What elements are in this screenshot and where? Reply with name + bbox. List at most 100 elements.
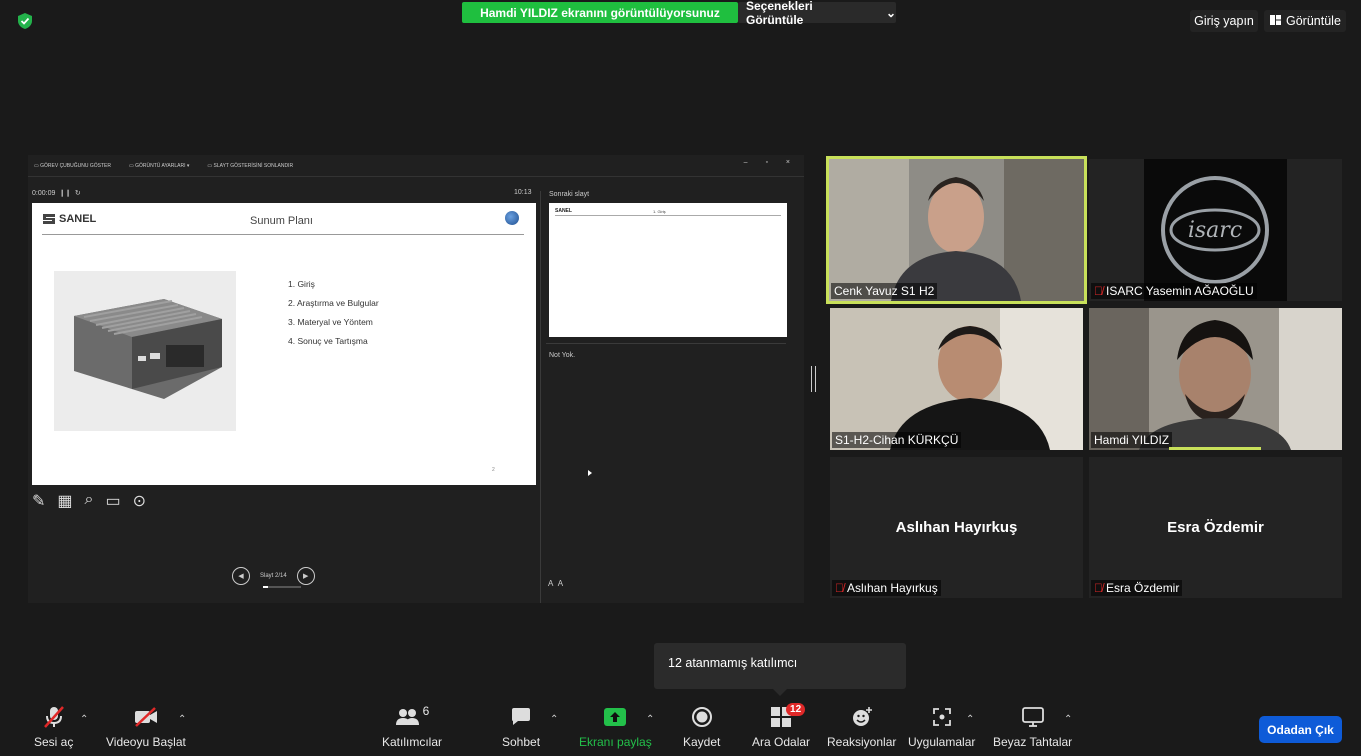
- next-slide-divider: [555, 215, 781, 216]
- next-slide-preview[interactable]: SANEL 1. Giriş: [549, 203, 787, 337]
- grid-layout-icon: [1270, 14, 1281, 28]
- security-shield-icon[interactable]: [16, 12, 34, 30]
- participant-display-name: Esra Özdemir: [1167, 519, 1264, 536]
- whiteboards-button[interactable]: Beyaz Tahtalar: [993, 704, 1072, 749]
- agenda-item: 2. Araştırma ve Bulgular: [288, 298, 379, 308]
- video-tile-isarc[interactable]: isarc 🎙̸ ISARC Yasemin AĞAOĞLU: [1089, 159, 1342, 301]
- mic-muted-icon: 🎙̸: [835, 581, 844, 595]
- zoom-icon[interactable]: ⌕: [85, 491, 94, 511]
- video-options-chevron-icon[interactable]: ⌃: [178, 714, 186, 725]
- next-slide-title: 1. Giriş: [653, 209, 666, 214]
- meeting-toolbar: Sesi aç ⌃ Videoyu Başlat ⌃ 6 Katılımcıla…: [0, 698, 1361, 756]
- unassigned-participants-tooltip: 12 atanmamış katılımcı: [654, 643, 906, 689]
- pane-divider: [540, 191, 541, 603]
- mic-muted-icon: [43, 704, 65, 730]
- reaction-smiley-icon: [851, 704, 873, 730]
- previous-slide-icon[interactable]: ◀: [232, 567, 250, 585]
- breakout-rooms-button[interactable]: 12 Ara Odalar: [752, 703, 810, 749]
- participant-name-label: S1-H2-Cihan KÜRKÇÜ: [832, 432, 962, 448]
- agenda-item: 3. Materyal ve Yöntem: [288, 317, 373, 327]
- view-options-dropdown[interactable]: Seçenekleri Görüntüle ⌄: [738, 0, 896, 27]
- participant-name-label: Hamdi YILDIZ: [1091, 432, 1173, 448]
- slide-divider: [42, 234, 524, 235]
- notes-divider: [546, 343, 786, 344]
- participants-button[interactable]: 6 Katılımcılar: [382, 704, 442, 749]
- sanel-logo: SANEL: [42, 213, 96, 225]
- presentation-timer: 0:00:09 ❙❙ ↻: [32, 190, 81, 197]
- speaker-notes: Not Yok.: [549, 352, 576, 359]
- presenter-toolbar: ▭ GÖREV ÇUBUĞUNU GÖSTER ▭ GÖRÜNTÜ AYARLA…: [28, 155, 804, 177]
- slide-navigation: ◀ Slayt 2/14 ▶: [232, 567, 315, 585]
- notes-font-size-controls[interactable]: A A: [548, 579, 563, 588]
- video-tile-aslihan[interactable]: Aslıhan Hayırkuş 🎙̸ Aslıhan Hayırkuş: [830, 457, 1083, 598]
- slide-title: Sunum Planı: [250, 215, 313, 227]
- share-notice-text: Hamdi YILDIZ ekranını görüntülüyorsunuz: [480, 5, 720, 20]
- record-button[interactable]: Kaydet: [683, 704, 720, 749]
- audio-options-chevron-icon[interactable]: ⌃: [80, 714, 88, 725]
- video-feed: [830, 308, 1083, 450]
- breakout-rooms-icon: 12: [770, 703, 806, 730]
- display-settings[interactable]: ▭ GÖRÜNTÜ AYARLARI ▾: [129, 163, 189, 169]
- screen-share-notice: Hamdi YILDIZ ekranını görüntülüyorsunuz: [462, 2, 738, 23]
- participants-count: 6: [422, 704, 430, 718]
- tooltip-arrow: [772, 688, 788, 696]
- device-photo: [54, 271, 236, 431]
- chat-options-chevron-icon[interactable]: ⌃: [550, 714, 558, 725]
- mic-muted-icon: 🎙̸: [1094, 581, 1103, 595]
- slide-page-number: 2: [492, 467, 495, 473]
- video-tile-cihan[interactable]: S1-H2-Cihan KÜRKÇÜ: [830, 308, 1083, 450]
- resize-handle[interactable]: [811, 366, 816, 392]
- apps-options-chevron-icon[interactable]: ⌃: [966, 714, 974, 725]
- share-screen-button[interactable]: Ekranı paylaş: [579, 704, 652, 749]
- slide-progress-bar: [263, 586, 301, 588]
- window-controls[interactable]: – ▫ ×: [744, 159, 798, 166]
- video-tile-esra[interactable]: Esra Özdemir 🎙̸ Esra Özdemir: [1089, 457, 1342, 598]
- participant-name-label: 🎙̸ ISARC Yasemin AĞAOĞLU: [1091, 283, 1257, 299]
- chat-icon: [510, 704, 532, 730]
- more-options-icon[interactable]: ⊙: [133, 491, 146, 511]
- slide-progress-fill: [263, 586, 269, 588]
- agenda-item: 1. Giriş: [288, 279, 315, 289]
- view-label: Görüntüle: [1286, 14, 1341, 28]
- mouse-cursor: [588, 470, 592, 476]
- leave-meeting-button[interactable]: Odadan Çık: [1259, 716, 1342, 743]
- pen-icon[interactable]: ✎: [32, 491, 45, 511]
- isarc-logo-image: isarc: [1144, 159, 1287, 301]
- view-button[interactable]: Görüntüle: [1264, 10, 1346, 32]
- shared-screen-presenter-view: ▭ GÖREV ÇUBUĞUNU GÖSTER ▭ GÖRÜNTÜ AYARLA…: [28, 155, 804, 603]
- apps-icon: [932, 704, 952, 730]
- reactions-button[interactable]: Reaksiyonlar: [827, 704, 896, 749]
- slide-agenda-list: 1. Giriş 2. Araştırma ve Bulgular 3. Mat…: [288, 275, 379, 351]
- next-slide-logo: SANEL: [555, 208, 572, 214]
- share-options-chevron-icon[interactable]: ⌃: [646, 714, 654, 725]
- chat-button[interactable]: Sohbet: [502, 704, 540, 749]
- slide-counter: Slayt 2/14: [260, 573, 287, 579]
- video-feed: [829, 159, 1084, 301]
- breakout-badge: 12: [786, 703, 806, 716]
- video-feed: [1089, 308, 1342, 450]
- whiteboard-options-chevron-icon[interactable]: ⌃: [1064, 714, 1072, 725]
- participant-name-label: 🎙̸ Aslıhan Hayırkuş: [832, 580, 941, 596]
- agenda-item: 4. Sonuç ve Tartışma: [288, 336, 368, 346]
- apps-button[interactable]: Uygulamalar: [908, 704, 975, 749]
- video-tile-cenk[interactable]: Cenk Yavuz S1 H2: [826, 156, 1087, 304]
- end-slideshow[interactable]: ▭ SLAYT GÖSTERİSİNİ SONLANDIR: [207, 163, 293, 169]
- chevron-down-icon: ⌄: [885, 5, 896, 20]
- share-screen-icon: [603, 704, 627, 730]
- video-tile-hamdi[interactable]: Hamdi YILDIZ: [1089, 308, 1342, 450]
- next-slide-icon[interactable]: ▶: [296, 567, 315, 585]
- svg-text:isarc: isarc: [1188, 218, 1242, 243]
- whiteboard-icon: [1021, 704, 1044, 730]
- participant-name-label: Cenk Yavuz S1 H2: [831, 283, 938, 299]
- screen-icon[interactable]: ▭: [106, 491, 121, 511]
- unmute-button[interactable]: Sesi aç: [34, 704, 73, 749]
- next-slide-label: Sonraki slayt: [549, 191, 590, 198]
- sign-in-button[interactable]: Giriş yapın: [1190, 10, 1258, 32]
- taskbar-toggle[interactable]: ▭ GÖREV ÇUBUĞUNU GÖSTER: [34, 163, 111, 169]
- mic-muted-icon: 🎙̸: [1094, 284, 1103, 298]
- participants-icon: 6: [395, 704, 430, 730]
- all-slides-icon[interactable]: ▦: [57, 491, 72, 511]
- presenter-tools: ✎ ▦ ⌕ ▭ ⊙: [32, 491, 146, 511]
- start-video-button[interactable]: Videoyu Başlat: [106, 704, 186, 749]
- record-icon: [691, 704, 713, 730]
